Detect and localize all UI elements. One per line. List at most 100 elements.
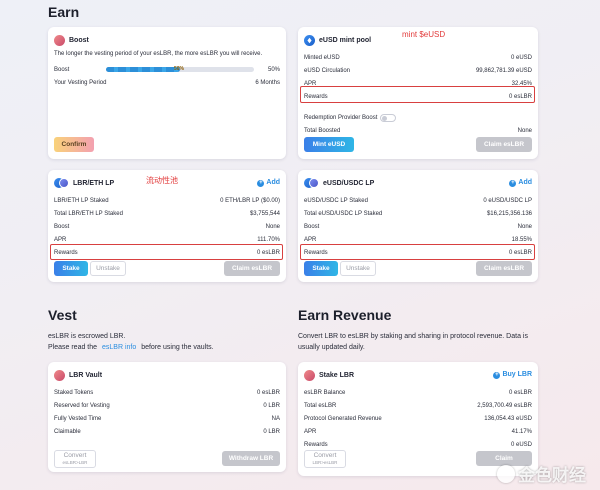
convert-label: Convert <box>63 452 87 459</box>
eusd-mint-pool-title: eUSD mint pool <box>319 36 372 44</box>
row-label: APR <box>304 236 317 243</box>
earn-revenue-line-2: usually updated daily. <box>298 344 365 351</box>
eusd-usdc-lp-title: eUSD/USDC LP <box>323 179 375 187</box>
eusd-usdc-pair-icon <box>304 177 319 189</box>
row-value: 0 eUSD <box>510 54 532 61</box>
stake-lbr-title: Stake LBR <box>319 371 355 379</box>
lbr-vault-card: LBR Vault Staked Tokens 0 esLBR Reserved … <box>48 362 286 472</box>
row-label: Reserved for Vesting <box>54 402 110 409</box>
rewards-label: Rewards <box>304 441 328 448</box>
lbr-eth-pair-icon <box>54 177 69 189</box>
add-liquidity-link[interactable]: + Add <box>509 179 532 187</box>
vest-description: esLBR is escrowed LBR. Please read the e… <box>48 331 214 353</box>
rewards-highlight-box <box>300 86 535 103</box>
row-label: esLBR Balance <box>304 389 346 396</box>
row-value: 18.55% <box>511 236 532 243</box>
row-label: Claimable <box>54 428 81 435</box>
boost-card: Boost The longer the vesting period of y… <box>48 27 286 159</box>
rewards-value: 0 eUSD <box>510 441 532 448</box>
row-label: Minted eUSD <box>304 54 340 61</box>
claim-eslbr-button[interactable]: Claim esLBR <box>224 261 280 276</box>
boost-progress-fill <box>105 67 180 72</box>
boost-progress-bar[interactable]: 50% <box>105 66 254 72</box>
plus-icon: + <box>509 180 517 187</box>
convert-label: Convert <box>313 452 337 459</box>
row-label: eUSD/USDC LP Staked <box>304 197 368 204</box>
eslbr-info-link[interactable]: esLBR info <box>102 344 136 351</box>
lbr-vault-title: LBR Vault <box>69 371 103 379</box>
watermark-text: 金色财经 <box>518 466 586 485</box>
buy-label: Buy LBR <box>502 371 532 378</box>
claim-eslbr-button[interactable]: Claim esLBR <box>476 137 532 152</box>
add-label: Add <box>518 179 532 186</box>
row-value: $16,215,356.136 <box>486 210 532 217</box>
rewards-highlight-box <box>50 244 283 260</box>
row-label: Protocol Generated Revenue <box>304 415 382 422</box>
eusd-usdc-lp-card: eUSD/USDC LP + Add eUSD/USDC LP Staked 0 e… <box>298 170 538 282</box>
plus-icon: + <box>257 180 265 187</box>
row-value: NA <box>271 415 280 422</box>
row-value: 0 LBR <box>263 402 280 409</box>
redemption-boost-toggle[interactable] <box>380 113 397 122</box>
boost-card-title: Boost <box>69 36 89 44</box>
row-label: eUSD Circulation <box>304 67 351 74</box>
row-label: Boost <box>54 223 70 230</box>
row-label: Fully Vested Time <box>54 415 102 422</box>
vest-line-2: Please read the esLBR info before using … <box>48 342 214 353</box>
rewards-highlight-box <box>300 244 535 260</box>
convert-eslbr-to-lbr-button[interactable]: Convert esLBR>LBR <box>54 450 96 468</box>
boost-value: 50% <box>267 66 280 73</box>
vest-section-title: Vest <box>48 307 77 323</box>
row-value: 111.70% <box>257 236 280 243</box>
row-value: 0 esLBR <box>508 389 532 396</box>
unstake-button[interactable]: Unstake <box>340 261 376 276</box>
withdraw-lbr-button[interactable]: Withdraw LBR <box>222 451 280 466</box>
convert-sub-label: LBR>esLBR <box>312 460 338 465</box>
total-boosted-value: None <box>517 127 532 134</box>
row-label: Total LBR/ETH LP Staked <box>54 210 123 217</box>
confirm-button[interactable]: Confirm <box>54 137 94 152</box>
earn-revenue-line-1: Convert LBR to esLBR by staking and shar… <box>298 333 528 340</box>
buy-lbr-link[interactable]: + Buy LBR <box>493 371 532 379</box>
lbr-icon <box>304 369 315 381</box>
row-value: 2,593,700.49 esLBR <box>477 402 532 409</box>
vest-line-2-pre: Please read the <box>48 344 98 351</box>
vest-line-2-post: before using the vaults. <box>141 344 214 351</box>
add-liquidity-link[interactable]: + Add <box>257 179 280 187</box>
row-label: Staked Tokens <box>54 389 94 396</box>
row-value: 0 ETH/LBR LP ($0.00) <box>220 197 280 204</box>
row-label: APR <box>54 236 67 243</box>
row-value: 0 LBR <box>263 428 280 435</box>
lbr-eth-lp-title: LBR/ETH LP <box>73 179 115 187</box>
row-value: None <box>517 223 532 230</box>
earn-revenue-section-title: Earn Revenue <box>298 307 392 323</box>
row-value: $3,755,544 <box>249 210 280 217</box>
redemption-provider-boost-label: Redemption Provider Boost <box>304 114 378 121</box>
row-label: Total esLBR <box>304 402 337 409</box>
add-label: Add <box>266 179 280 186</box>
vesting-period-value: 6 Months <box>255 79 280 86</box>
boost-progress-label: 50% <box>173 66 184 72</box>
vest-line-1: esLBR is escrowed LBR. <box>48 333 126 340</box>
eusd-mint-pool-card: eUSD mint pool mint $eUSD Minted eUSD 0 e… <box>298 27 538 159</box>
row-label: Total eUSD/USDC LP Staked <box>304 210 383 217</box>
earn-section-title: Earn <box>48 4 80 20</box>
stake-lbr-card: Stake LBR + Buy LBR esLBR Balance 0 esLBR … <box>298 362 538 476</box>
liquidity-pool-annotation: 流动性池 <box>146 176 178 185</box>
mint-eusd-button[interactable]: Mint eUSD <box>304 137 354 152</box>
vesting-period-label: Your Vesting Period <box>54 79 107 86</box>
convert-lbr-to-eslbr-button[interactable]: Convert LBR>esLBR <box>304 450 346 468</box>
lbr-eth-lp-card: LBR/ETH LP + Add 流动性池 LBR/ETH LP Staked 0 … <box>48 170 286 282</box>
convert-sub-label: esLBR>LBR <box>62 460 88 465</box>
row-value: 41.17% <box>511 428 532 435</box>
stake-button[interactable]: Stake <box>54 261 88 276</box>
boost-label: Boost <box>54 66 70 73</box>
unstake-button[interactable]: Unstake <box>90 261 126 276</box>
plus-icon: + <box>493 372 501 379</box>
row-value: 99,862,781.39 eUSD <box>475 67 532 74</box>
row-label: APR <box>304 428 317 435</box>
claim-eslbr-button[interactable]: Claim esLBR <box>476 261 532 276</box>
earn-revenue-description: Convert LBR to esLBR by staking and shar… <box>298 331 568 353</box>
mint-eusd-annotation: mint $eUSD <box>402 30 446 39</box>
stake-button[interactable]: Stake <box>304 261 338 276</box>
